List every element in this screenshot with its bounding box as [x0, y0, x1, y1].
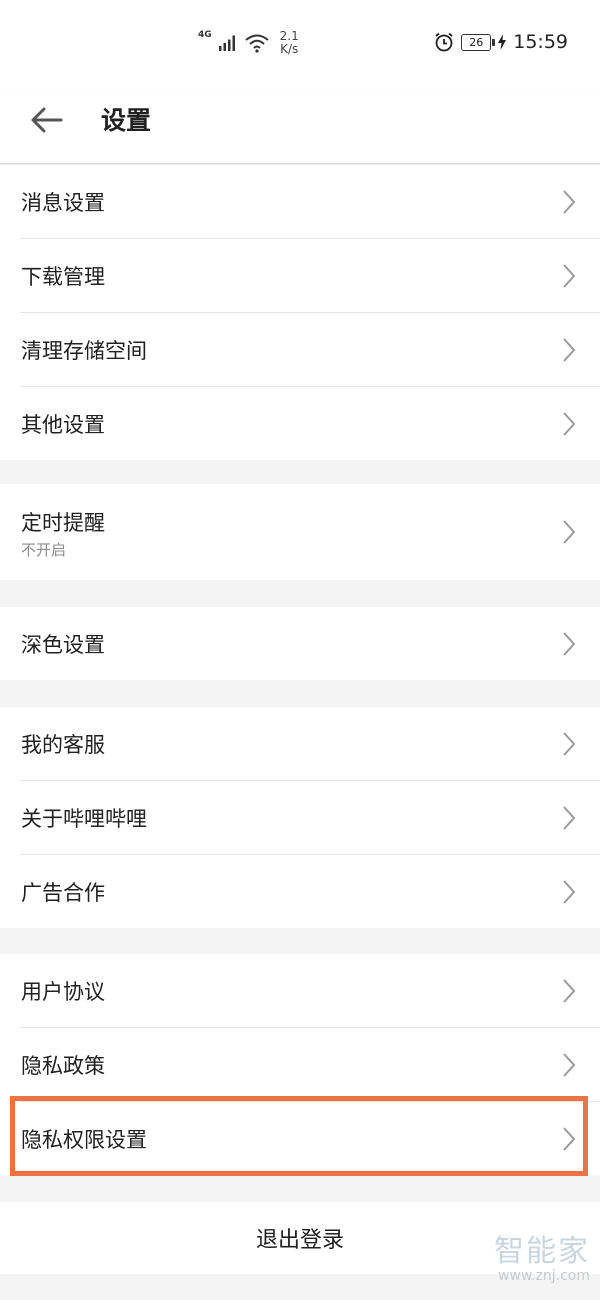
item-label: 广告合作 — [21, 881, 105, 905]
item-label: 其他设置 — [21, 413, 105, 437]
item-label: 我的客服 — [21, 733, 105, 757]
wifi-icon — [245, 34, 269, 53]
logout-label: 退出登录 — [255, 1228, 344, 1253]
chevron-right-icon — [563, 1053, 576, 1077]
alarm-icon — [435, 32, 453, 52]
network-status: 4G 2.1 K/s — [198, 30, 299, 56]
settings-item-other[interactable]: 其他设置 — [20, 387, 600, 460]
settings-group-dark: 深色设置 — [0, 607, 600, 680]
settings-item-reminder[interactable]: 定时提醒 不开启 — [20, 484, 600, 580]
settings-group-about: 我的客服 关于哔哩哔哩 广告合作 — [0, 707, 600, 928]
chevron-right-icon — [563, 338, 576, 362]
chevron-right-icon — [563, 264, 576, 288]
item-label: 下载管理 — [21, 265, 105, 289]
item-label: 隐私权限设置 — [21, 1128, 147, 1152]
settings-item-customer-service[interactable]: 我的客服 — [20, 707, 600, 781]
item-label: 隐私政策 — [21, 1054, 105, 1078]
chevron-right-icon — [563, 1127, 576, 1151]
settings-group-legal: 用户协议 隐私政策 隐私权限设置 — [0, 954, 600, 1175]
item-label: 用户协议 — [21, 980, 105, 1004]
item-label: 消息设置 — [21, 191, 105, 215]
chevron-right-icon — [563, 632, 576, 656]
chevron-right-icon — [563, 412, 576, 436]
watermark: 智能家 www.znj.com — [494, 1234, 590, 1285]
app-header: 设置 — [0, 90, 600, 164]
signal-icon — [218, 35, 235, 51]
settings-item-about[interactable]: 关于哔哩哔哩 — [20, 781, 600, 855]
network-type: 4G — [198, 30, 212, 40]
settings-item-download[interactable]: 下载管理 — [20, 239, 600, 313]
settings-item-dark-mode[interactable]: 深色设置 — [20, 607, 600, 680]
chevron-right-icon — [563, 732, 576, 756]
page-title: 设置 — [101, 106, 152, 135]
clock: 15:59 — [513, 31, 568, 53]
chevron-right-icon — [563, 806, 576, 830]
status-right: 26 15:59 — [433, 31, 568, 53]
battery-icon: 26 — [461, 33, 496, 51]
settings-item-privacy-permissions[interactable]: 隐私权限设置 — [20, 1102, 600, 1175]
back-arrow-icon[interactable] — [30, 103, 64, 137]
watermark-url: www.znj.com — [498, 1268, 590, 1284]
charging-icon — [498, 34, 507, 50]
settings-item-privacy-policy[interactable]: 隐私政策 — [20, 1028, 600, 1102]
item-label: 深色设置 — [21, 633, 105, 657]
chevron-right-icon — [563, 979, 576, 1003]
chevron-right-icon — [563, 190, 576, 214]
item-label: 清理存储空间 — [21, 339, 147, 363]
settings-group-general: 消息设置 下载管理 清理存储空间 其他设置 — [0, 165, 600, 460]
settings-item-storage[interactable]: 清理存储空间 — [20, 313, 600, 387]
watermark-name: 智能家 — [494, 1234, 590, 1269]
item-label: 关于哔哩哔哩 — [21, 807, 147, 831]
item-status: 不开启 — [21, 541, 67, 559]
chevron-right-icon — [563, 880, 576, 904]
status-bar: 4G 2.1 K/s 26 15:59 — [0, 0, 600, 90]
settings-item-user-agreement[interactable]: 用户协议 — [20, 954, 600, 1028]
chevron-right-icon — [563, 520, 576, 544]
network-speed: 2.1 K/s — [279, 29, 299, 56]
settings-item-ads[interactable]: 广告合作 — [20, 855, 600, 928]
settings-group-reminder: 定时提醒 不开启 — [0, 484, 600, 580]
item-label: 定时提醒 — [21, 511, 105, 535]
settings-item-message[interactable]: 消息设置 — [20, 165, 600, 239]
